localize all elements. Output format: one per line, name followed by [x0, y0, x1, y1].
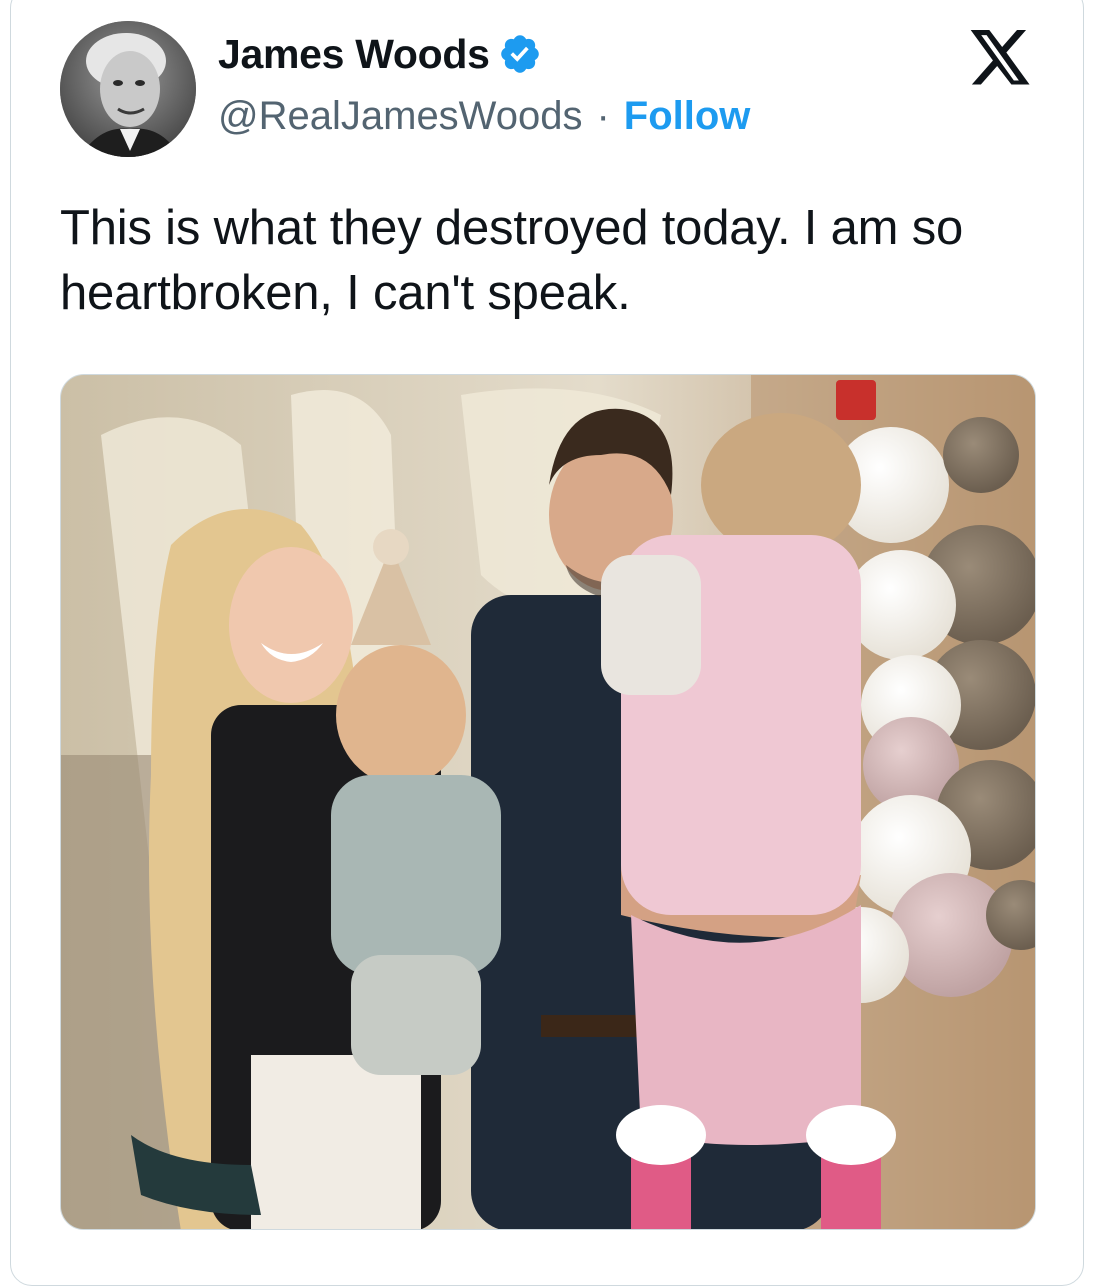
x-logo-icon[interactable] — [966, 30, 1034, 90]
author-handle[interactable]: @RealJamesWoods — [218, 94, 582, 139]
tweet-photo[interactable] — [60, 374, 1036, 1230]
author-handle-row: @RealJamesWoods · Follow — [218, 92, 750, 140]
separator-dot: · — [596, 93, 610, 138]
tweet-text: This is what they destroyed today. I am … — [60, 201, 977, 320]
follow-button[interactable]: Follow — [624, 94, 751, 139]
author-name-row: James Woods — [218, 30, 542, 78]
author-display-name[interactable]: James Woods — [218, 31, 490, 78]
verified-badge-icon — [498, 32, 542, 76]
author-avatar[interactable] — [60, 21, 196, 157]
